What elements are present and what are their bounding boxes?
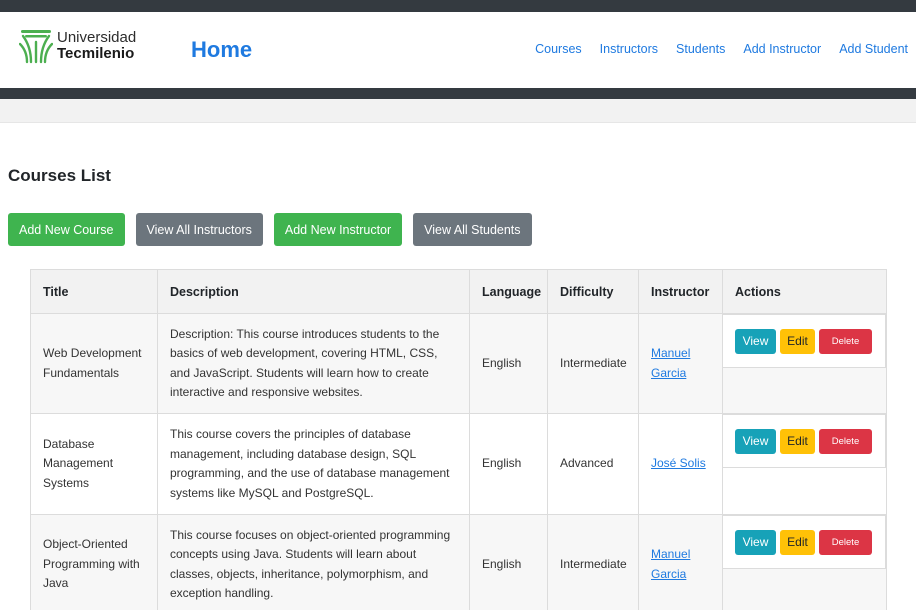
brand-logo[interactable]: Universidad Tecmilenio	[19, 26, 151, 66]
brand-line2: Tecmilenio	[57, 45, 135, 62]
course-title: Web Development Fundamentals	[30, 313, 158, 414]
nav-links: Courses Instructors Students Add Instruc…	[535, 42, 908, 56]
column-header-actions: Actions	[722, 269, 887, 314]
column-header-difficulty: Difficulty	[547, 269, 639, 314]
column-header-title: Title	[30, 269, 158, 314]
course-title: Database Management Systems	[30, 413, 158, 515]
view-all-instructors-button[interactable]: View All Instructors	[135, 213, 263, 246]
course-actions: View Edit Delete	[722, 313, 887, 414]
add-new-instructor-button[interactable]: Add New Instructor	[273, 213, 403, 246]
course-instructor-link[interactable]: José Solis	[651, 456, 706, 470]
header-strip	[0, 99, 916, 123]
course-difficulty: Intermediate	[547, 514, 639, 610]
nav-link-add-student[interactable]: Add Student	[839, 42, 908, 56]
view-button[interactable]: View	[735, 328, 776, 354]
delete-button[interactable]: Delete	[819, 529, 872, 555]
course-language: English	[469, 514, 548, 610]
course-description: Description: This course introduces stud…	[157, 313, 470, 414]
page-title: Home	[191, 37, 253, 62]
course-instructor-link[interactable]: Manuel Garcia	[651, 346, 690, 380]
course-difficulty: Intermediate	[547, 313, 639, 414]
navbar: Universidad Tecmilenio Home Courses Inst…	[0, 12, 916, 88]
course-language: English	[469, 413, 548, 515]
course-difficulty: Advanced	[547, 413, 639, 515]
table-row: Database Management Systems This course …	[30, 413, 887, 515]
action-button-group: View Edit Delete	[722, 414, 886, 468]
course-instructor-cell: Manuel Garcia	[638, 514, 723, 610]
delete-button[interactable]: Delete	[819, 328, 872, 354]
course-description: This course covers the principles of dat…	[157, 413, 470, 515]
nav-link-add-instructor[interactable]: Add Instructor	[743, 42, 821, 56]
course-instructor-link[interactable]: Manuel Garcia	[651, 547, 690, 581]
table-row: Web Development Fundamentals Description…	[30, 313, 887, 414]
course-title: Object-Oriented Programming with Java	[30, 514, 158, 610]
course-instructor-cell: José Solis	[638, 413, 723, 515]
top-dark-bar	[0, 0, 916, 12]
edit-button[interactable]: Edit	[780, 529, 815, 555]
delete-button[interactable]: Delete	[819, 428, 872, 454]
action-button-row: Add New Course View All Instructors Add …	[8, 213, 532, 246]
view-all-students-button[interactable]: View All Students	[413, 213, 532, 246]
courses-table: Title Description Language Difficulty In…	[30, 269, 887, 610]
action-button-group: View Edit Delete	[722, 314, 886, 368]
column-header-description: Description	[157, 269, 470, 314]
course-actions: View Edit Delete	[722, 514, 887, 610]
nav-link-courses[interactable]: Courses	[535, 42, 582, 56]
column-header-language: Language	[469, 269, 548, 314]
brand-line1: Universidad	[57, 29, 137, 47]
courses-table-wrapper: Title Description Language Difficulty In…	[30, 269, 887, 610]
edit-button[interactable]: Edit	[780, 428, 815, 454]
column-header-instructor: Instructor	[638, 269, 723, 314]
table-row: Object-Oriented Programming with Java Th…	[30, 514, 887, 610]
nav-link-students[interactable]: Students	[676, 42, 725, 56]
nav-link-instructors[interactable]: Instructors	[600, 42, 658, 56]
course-instructor-cell: Manuel Garcia	[638, 313, 723, 414]
section-title: Courses List	[8, 166, 111, 185]
navbar-bottom-bar	[0, 88, 916, 99]
action-button-group: View Edit Delete	[722, 515, 886, 569]
ut-logo-mark-icon	[19, 30, 53, 64]
course-description: This course focuses on object-oriented p…	[157, 514, 470, 610]
add-new-course-button[interactable]: Add New Course	[8, 213, 125, 246]
course-actions: View Edit Delete	[722, 413, 887, 515]
edit-button[interactable]: Edit	[780, 328, 815, 354]
course-language: English	[469, 313, 548, 414]
view-button[interactable]: View	[735, 428, 776, 454]
table-header-row: Title Description Language Difficulty In…	[30, 269, 887, 314]
view-button[interactable]: View	[735, 529, 776, 555]
